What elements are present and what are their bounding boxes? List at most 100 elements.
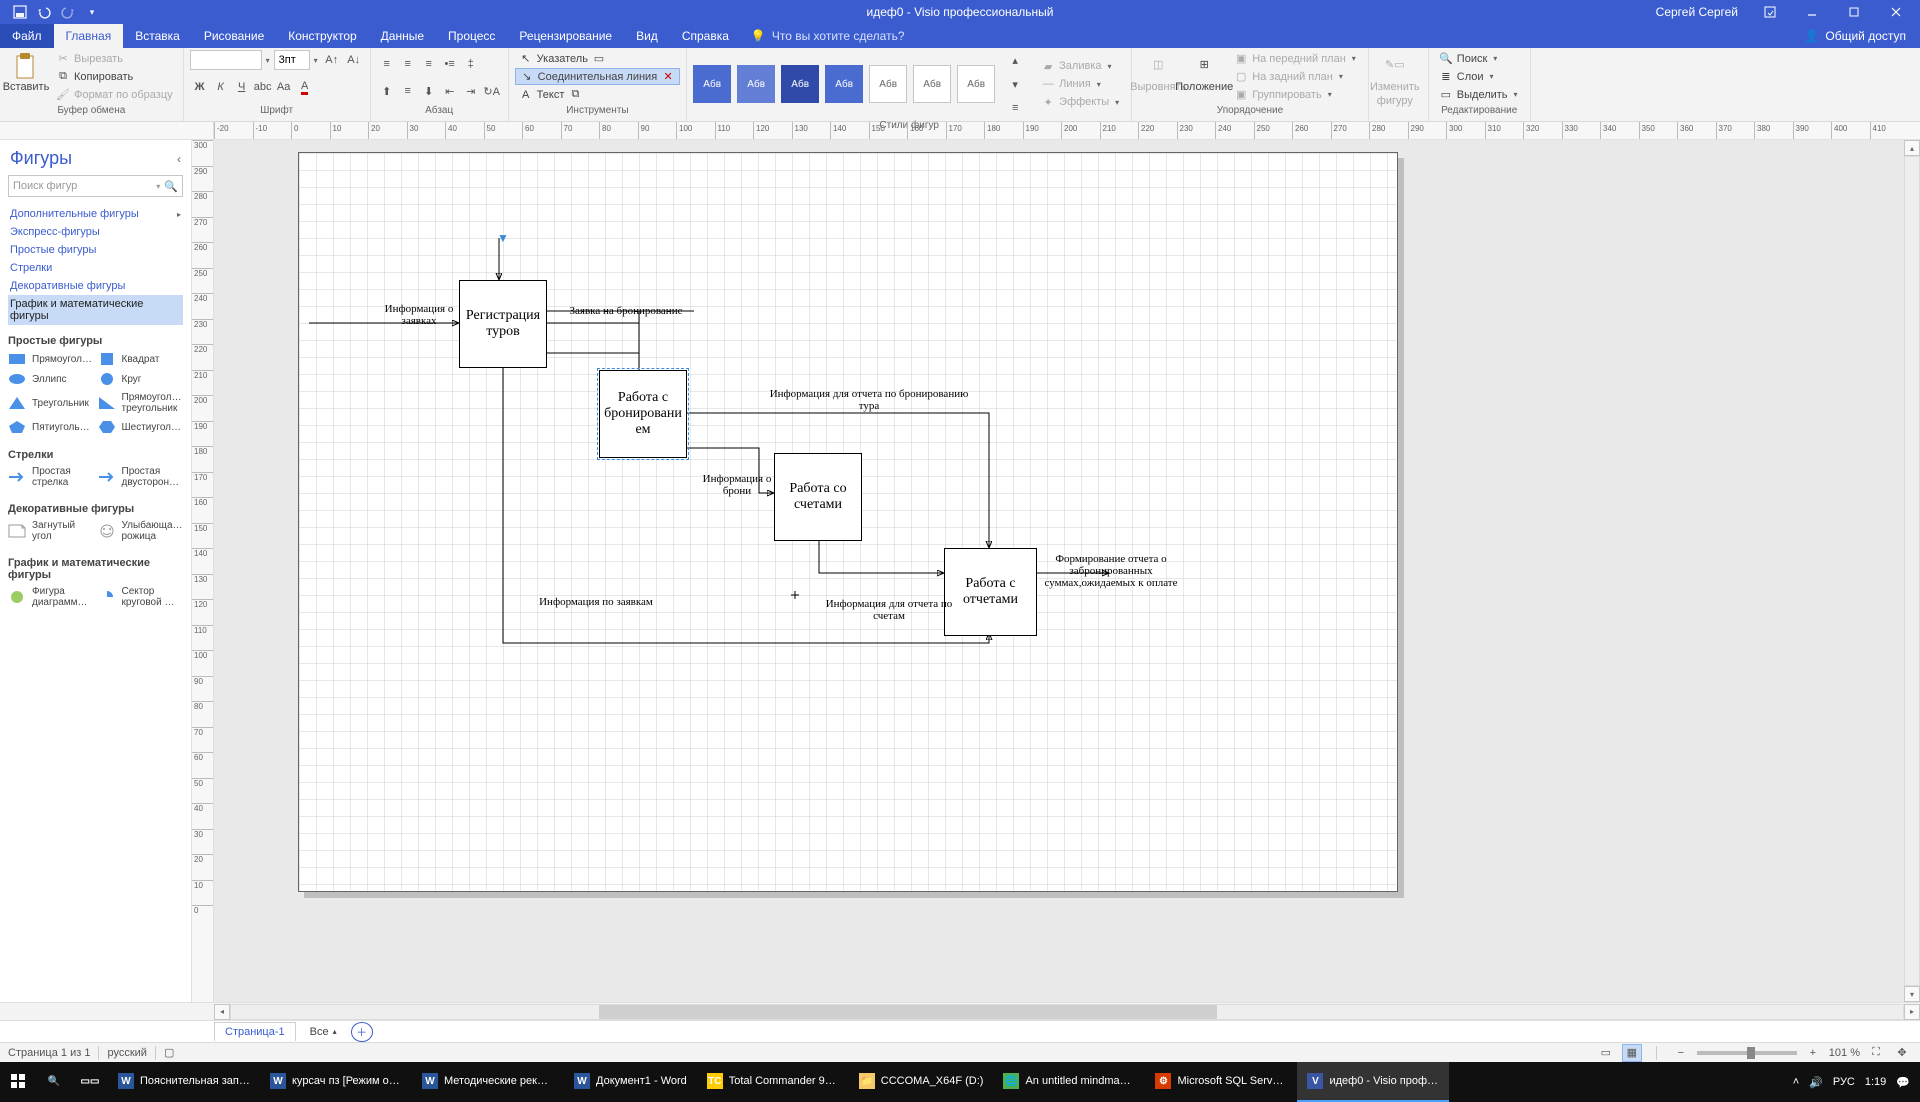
fill-button[interactable]: ▰Заливка▾ <box>1037 58 1125 75</box>
tab-help[interactable]: Справка <box>670 24 741 48</box>
diagram-node-registration[interactable]: Регистрация туров <box>459 280 547 368</box>
align-right-icon[interactable]: ≡ <box>419 54 439 74</box>
bring-front-button[interactable]: ▣На передний план▾ <box>1230 50 1362 67</box>
taskbar-item[interactable]: 📁CCCOMA_X64F (D:) <box>849 1062 994 1102</box>
stencil-item-active[interactable]: График и математические фигуры <box>8 295 183 325</box>
gallery-more-icon[interactable]: ≡ <box>1005 98 1025 118</box>
close-icon[interactable]: ✕ <box>661 70 675 84</box>
status-language[interactable]: русский <box>107 1047 146 1059</box>
tray-volume-icon[interactable]: 🔊 <box>1809 1076 1823 1089</box>
tab-draw[interactable]: Рисование <box>192 24 276 48</box>
align-center-icon[interactable]: ≡ <box>398 54 418 74</box>
diagram-node-reports[interactable]: Работа с отчетами <box>944 548 1037 636</box>
tray-chevron-icon[interactable]: ˄ <box>1793 1076 1799 1088</box>
user-name[interactable]: Сергей Сергей <box>1656 5 1738 19</box>
shape-master[interactable]: Прямоугол… <box>6 349 96 369</box>
cut-button[interactable]: ✂Вырезать <box>52 50 177 67</box>
copy-button[interactable]: ⧉Копировать <box>52 68 177 85</box>
valign-top-icon[interactable]: ⬆ <box>377 81 397 101</box>
group-button[interactable]: ▣Группировать▾ <box>1230 86 1362 103</box>
vertical-scrollbar[interactable]: ▴ ▾ <box>1904 140 1920 1002</box>
style-swatch[interactable]: Абв <box>957 65 995 103</box>
taskbar-item[interactable]: WМетодические реко… <box>412 1062 564 1102</box>
control-handle-icon[interactable]: ▼ <box>497 231 509 245</box>
indent-inc-icon[interactable]: ⇥ <box>461 81 481 101</box>
presentation-mode-icon[interactable]: ▭ <box>1596 1044 1616 1062</box>
tab-file[interactable]: Файл <box>0 24 54 48</box>
line-button[interactable]: —Линия▾ <box>1037 76 1125 93</box>
format-painter-button[interactable]: 🖌Формат по образцу <box>52 86 177 103</box>
shape-master[interactable]: Простая двусторон… <box>96 463 186 491</box>
tab-data[interactable]: Данные <box>369 24 436 48</box>
indent-dec-icon[interactable]: ⇤ <box>440 81 460 101</box>
shape-master[interactable]: Шестиугол… <box>96 417 186 437</box>
bullets-icon[interactable]: •≡ <box>440 54 460 74</box>
tab-process[interactable]: Процесс <box>436 24 507 48</box>
stencil-item[interactable]: Простые фигуры <box>8 241 183 259</box>
tab-view[interactable]: Вид <box>624 24 670 48</box>
shape-master[interactable]: Квадрат <box>96 349 186 369</box>
valign-mid-icon[interactable]: ≡ <box>398 81 418 101</box>
start-button[interactable] <box>0 1062 36 1102</box>
stencil-item[interactable]: Экспресс-фигуры <box>8 223 183 241</box>
style-swatch[interactable]: Абв <box>737 65 775 103</box>
undo-icon[interactable] <box>36 4 52 20</box>
zoom-value[interactable]: 101 % <box>1829 1047 1860 1059</box>
rect-tool-icon[interactable]: ▭ <box>592 52 606 66</box>
tab-home[interactable]: Главная <box>54 24 124 48</box>
gallery-down-icon[interactable]: ▾ <box>1005 74 1025 94</box>
normal-view-icon[interactable]: ▦ <box>1622 1044 1642 1062</box>
shape-master[interactable]: Улыбающа… рожица <box>96 517 186 545</box>
bold-button[interactable]: Ж <box>190 77 210 97</box>
line-spacing-icon[interactable]: ‡ <box>461 54 481 74</box>
effects-button[interactable]: ✦Эффекты▾ <box>1037 94 1125 111</box>
taskbar-item[interactable]: Vидеф0 - Visio профес… <box>1297 1062 1449 1102</box>
dropdown-icon[interactable]: ▾ <box>156 182 160 191</box>
shapes-search-input[interactable]: Поиск фигур ▾ 🔍 <box>8 175 183 197</box>
scroll-down-icon[interactable]: ▾ <box>1904 986 1920 1002</box>
canvas[interactable]: Регистрация туров Работа с бронировани е… <box>214 140 1920 1002</box>
shape-master[interactable]: Круг <box>96 369 186 389</box>
increase-font-icon[interactable]: A↑ <box>322 50 342 70</box>
share-button[interactable]: 👤 Общий доступ <box>1790 24 1920 48</box>
redo-icon[interactable] <box>60 4 76 20</box>
style-swatch[interactable]: Абв <box>825 65 863 103</box>
font-color-button[interactable]: A <box>295 77 315 97</box>
taskbar-item[interactable]: WПояснительная запи… <box>108 1062 260 1102</box>
add-page-button[interactable]: ＋ <box>351 1022 373 1042</box>
page-tab-1[interactable]: Страница-1 <box>214 1022 296 1041</box>
style-gallery[interactable]: Абв Абв Абв Абв Абв Абв Абв <box>693 65 995 103</box>
italic-button[interactable]: К <box>211 77 231 97</box>
shape-master[interactable]: Фигура диаграмм… <box>6 583 96 611</box>
align-left-icon[interactable]: ≡ <box>377 54 397 74</box>
connector-tool[interactable]: ↘Соединительная линия✕ <box>515 68 680 85</box>
zoom-thumb[interactable] <box>1747 1047 1755 1059</box>
position-button[interactable]: ⊞Положение <box>1184 50 1224 96</box>
shape-master[interactable]: Прямоугол… треугольник <box>96 389 186 417</box>
tab-design[interactable]: Конструктор <box>276 24 368 48</box>
select-button[interactable]: ▭Выделить▾ <box>1435 86 1524 103</box>
taskbar-item[interactable]: 🌐An untitled mindmap… <box>993 1062 1145 1102</box>
taskbar-item[interactable]: ⚙Microsoft SQL Server … <box>1145 1062 1297 1102</box>
stencil-item[interactable]: Стрелки <box>8 259 183 277</box>
underline-button[interactable]: Ч <box>232 77 252 97</box>
tell-me-search[interactable]: 💡 Что вы хотите сделать? <box>741 24 915 48</box>
send-back-button[interactable]: ▢На задний план▾ <box>1230 68 1362 85</box>
connect-plus-icon[interactable]: ⧉ <box>568 88 582 102</box>
valign-bot-icon[interactable]: ⬇ <box>419 81 439 101</box>
paste-button[interactable]: Вставить <box>6 50 46 96</box>
shape-master[interactable]: Сектор круговой … <box>96 583 186 611</box>
diagram-node-invoices[interactable]: Работа со счетами <box>774 453 862 541</box>
drawing-page[interactable]: Регистрация туров Работа с бронировани е… <box>298 152 1398 892</box>
search-button[interactable]: 🔍 <box>36 1062 72 1102</box>
tray-language[interactable]: РУС <box>1833 1076 1855 1088</box>
strike-button[interactable]: abc <box>253 77 273 97</box>
diagram-node-booking[interactable]: Работа с бронировани ем <box>599 370 687 458</box>
style-swatch[interactable]: Абв <box>693 65 731 103</box>
scroll-left-icon[interactable]: ◂ <box>214 1004 230 1020</box>
scroll-right-icon[interactable]: ▸ <box>1904 1004 1920 1020</box>
style-swatch[interactable]: Абв <box>781 65 819 103</box>
tab-insert[interactable]: Вставка <box>123 24 192 48</box>
maximize-button[interactable] <box>1834 0 1874 24</box>
save-icon[interactable] <box>12 4 28 20</box>
